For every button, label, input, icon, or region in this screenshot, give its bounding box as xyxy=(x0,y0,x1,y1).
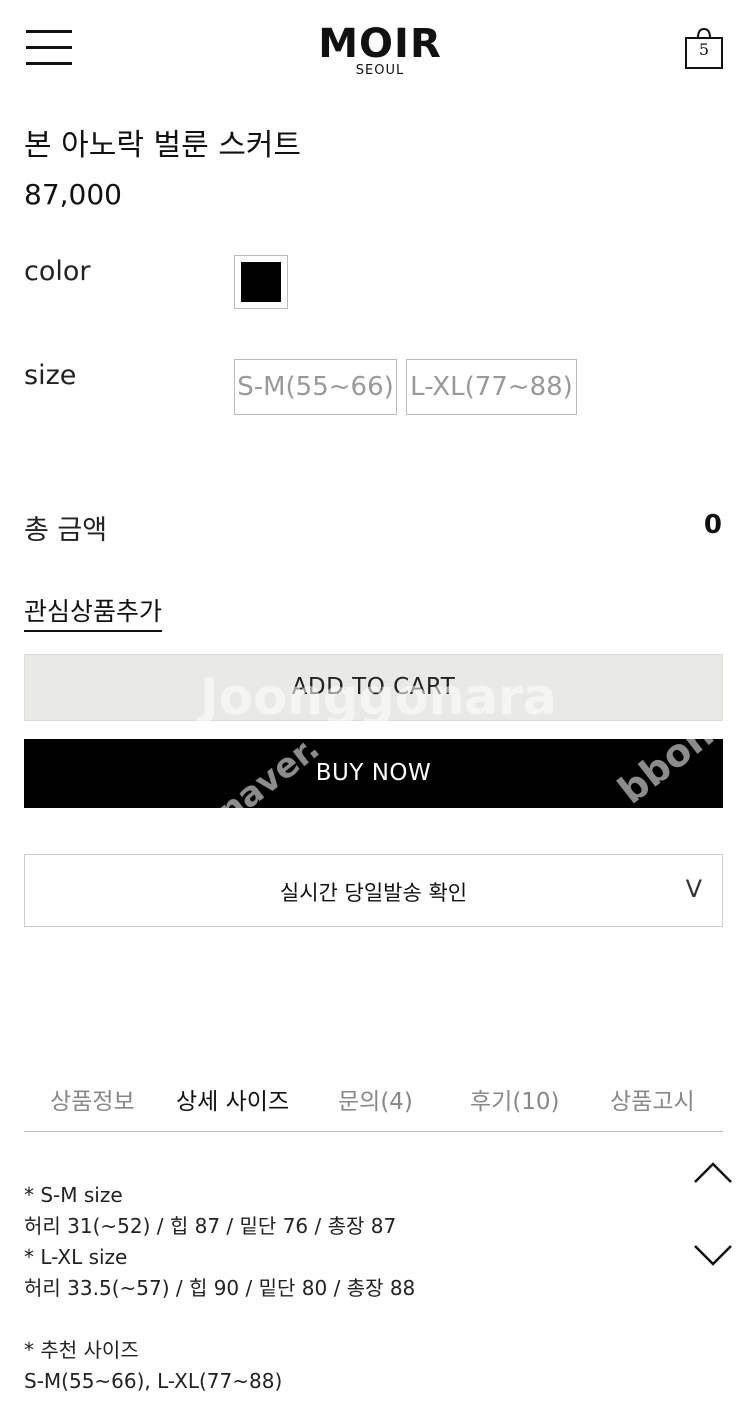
add-to-wishlist-link[interactable]: 관심상품추가 xyxy=(24,592,163,632)
tab-inquiry[interactable]: 문의(4) xyxy=(338,1082,413,1116)
color-swatch-fill xyxy=(241,262,281,302)
tab-product-notice[interactable]: 상품고시 xyxy=(610,1082,695,1116)
scroll-down-icon[interactable] xyxy=(692,1240,734,1270)
detail-line: * L-XL size xyxy=(24,1245,128,1269)
tab-reviews[interactable]: 후기(10) xyxy=(470,1082,560,1116)
brand-logo[interactable]: MOIR SEOUL xyxy=(300,22,460,78)
menu-icon[interactable] xyxy=(26,30,72,66)
product-price: 87,000 xyxy=(24,178,122,211)
chevron-down-icon: V xyxy=(685,875,702,903)
scroll-up-icon[interactable] xyxy=(692,1158,734,1188)
shopping-bag-icon[interactable]: 5 xyxy=(684,26,724,70)
buy-now-button[interactable]: BUY NOW xyxy=(24,739,723,808)
size-details: * S-M size 허리 31(~52) / 힙 87 / 밑단 76 / 총… xyxy=(24,1180,415,1397)
product-tabs: 상품정보 상세 사이즈 문의(4) 후기(10) 상품고시 xyxy=(24,1072,723,1132)
size-option-label: size xyxy=(24,360,77,391)
tab-size-detail[interactable]: 상세 사이즈 xyxy=(176,1082,289,1116)
total-amount-label: 총 금액 xyxy=(24,515,108,546)
logo-main-text: MOIR xyxy=(318,21,442,67)
total-amount-value: 0 xyxy=(703,510,722,540)
detail-line: 허리 33.5(~57) / 힙 90 / 밑단 80 / 총장 88 xyxy=(24,1276,416,1300)
tab-product-info[interactable]: 상품정보 xyxy=(50,1082,135,1116)
detail-line: 허리 31(~52) / 힙 87 / 밑단 76 / 총장 87 xyxy=(24,1214,397,1238)
detail-line: S-M(55~66), L-XL(77~88) xyxy=(24,1369,283,1393)
detail-spacer xyxy=(24,1304,415,1335)
color-swatch-black[interactable] xyxy=(234,255,288,309)
detail-line: * 추천 사이즈 xyxy=(24,1338,139,1362)
detail-line: * S-M size xyxy=(24,1183,123,1207)
header: MOIR SEOUL 5 xyxy=(0,0,750,100)
cart-count-badge: 5 xyxy=(698,40,710,59)
same-day-shipping-label: 실시간 당일발송 확인 xyxy=(279,881,468,905)
add-to-cart-button[interactable]: ADD TO CART xyxy=(24,654,723,721)
product-title: 본 아노락 벌룬 스커트 xyxy=(24,128,302,163)
size-option-s-m[interactable]: S-M(55~66) xyxy=(234,359,397,415)
color-option-label: color xyxy=(24,256,91,287)
size-option-l-xl[interactable]: L-XL(77~88) xyxy=(406,359,577,415)
same-day-shipping-toggle[interactable]: 실시간 당일발송 확인 V xyxy=(24,854,723,927)
